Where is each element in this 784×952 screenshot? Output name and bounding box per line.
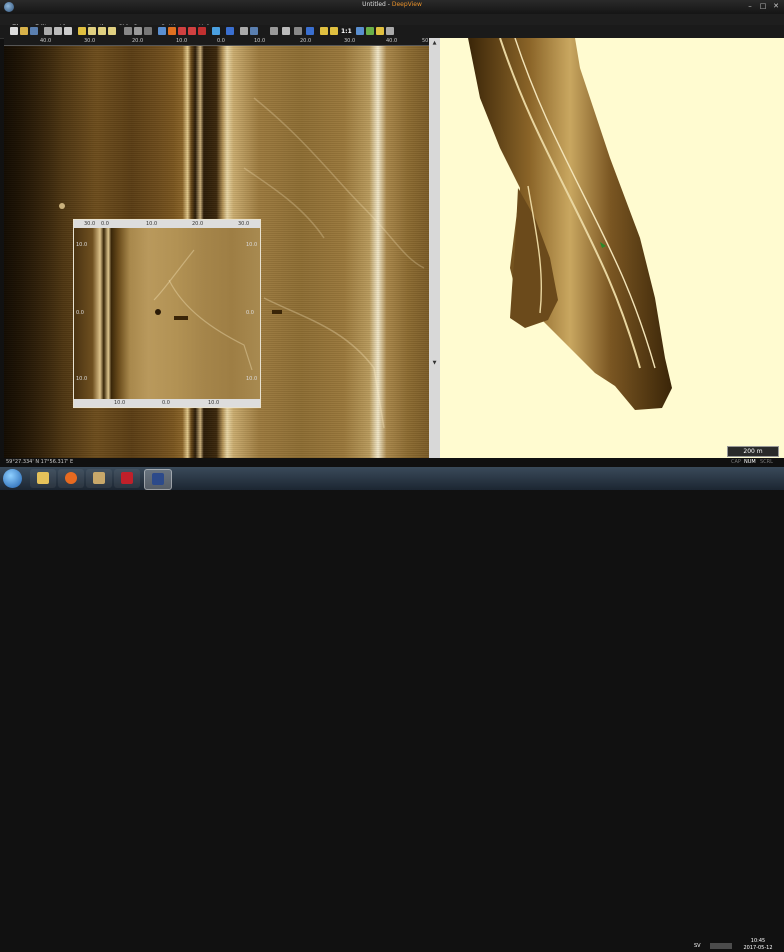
grid-tool-icon[interactable] <box>108 27 116 35</box>
scale-bar-label: 200 m <box>743 448 763 455</box>
folder-icon <box>37 472 49 484</box>
scroll-up-icon[interactable]: ▲ <box>431 40 438 46</box>
ruler-label: 10.0 <box>176 38 188 44</box>
marker-icon[interactable] <box>168 27 176 35</box>
ruler-label: 50 <box>422 38 429 44</box>
clock[interactable]: 10:45 2017-05-12 <box>738 938 778 952</box>
menu-bar: File Edit View Depth Side Scan Settings … <box>0 14 784 31</box>
palette-icon[interactable] <box>320 27 328 35</box>
ruler-label: 10.0 <box>254 38 266 44</box>
app-name: DeepView <box>391 1 422 8</box>
taskbar-deepview[interactable] <box>144 469 172 490</box>
open-folder-icon[interactable] <box>20 27 28 35</box>
camera-icon[interactable] <box>282 27 290 35</box>
cut-icon[interactable] <box>44 27 52 35</box>
sonar-range-ruler: 40.0 30.0 20.0 10.0 0.0 10.0 20.0 30.0 4… <box>4 38 429 46</box>
track-icon[interactable] <box>212 27 220 35</box>
filter-icon[interactable] <box>294 27 302 35</box>
scrl-indicator: SCRL <box>760 459 773 465</box>
magnifier-features <box>153 249 253 371</box>
media-player-icon <box>65 472 77 484</box>
status-bar: 59°27.334' N 17°56.317' E CAP NUM SCRL <box>0 458 784 467</box>
bathymetry-map <box>468 38 672 410</box>
funnel-icon[interactable] <box>306 27 314 35</box>
taskbar-explorer[interactable] <box>30 469 56 488</box>
scroll-down-icon[interactable]: ▼ <box>431 360 438 366</box>
copy-icon[interactable] <box>54 27 62 35</box>
ruler-label: 20.0 <box>300 38 312 44</box>
ruler-label: 0.0 <box>217 38 225 44</box>
language-indicator[interactable]: SV <box>694 943 701 949</box>
magnifier-window[interactable]: 30.0 0.0 10.0 20.0 30.0 10.0 0.0 10.0 10… <box>73 219 261 408</box>
contrast-icon[interactable] <box>330 27 338 35</box>
antivirus-icon <box>121 472 133 484</box>
waypoint-icon[interactable] <box>226 27 234 35</box>
pen-icon[interactable] <box>356 27 364 35</box>
ruler-label: 40.0 <box>40 38 52 44</box>
settings-icon[interactable] <box>386 27 394 35</box>
ruler-label: 20.0 <box>132 38 144 44</box>
ruler-label: 30.0 <box>84 38 96 44</box>
document-name: Untitled <box>362 1 386 8</box>
ruler-label: 40.0 <box>386 38 398 44</box>
boat-icon[interactable] <box>240 27 248 35</box>
zoom-icon[interactable] <box>376 27 384 35</box>
clock-date: 2017-05-12 <box>743 945 773 951</box>
map-view[interactable] <box>440 38 784 458</box>
ruler-label: 30.0 <box>344 38 356 44</box>
undo-icon[interactable] <box>188 27 196 35</box>
new-file-icon[interactable] <box>10 27 18 35</box>
caps-indicator: CAP <box>731 459 741 465</box>
close-icon[interactable]: ✕ <box>770 2 782 11</box>
window-title: Untitled - DeepView <box>0 1 784 8</box>
pointer-icon[interactable] <box>124 27 132 35</box>
paste-icon[interactable] <box>64 27 72 35</box>
scale-bar: 200 m <box>727 446 779 457</box>
title-bar: Untitled - DeepView – □ ✕ <box>0 0 784 14</box>
taskbar-media-player[interactable] <box>58 469 84 488</box>
maximize-icon[interactable]: □ <box>757 2 769 11</box>
start-orb-icon[interactable] <box>3 469 22 488</box>
clock-time: 10:45 <box>750 938 766 944</box>
paint-icon <box>93 472 105 484</box>
layer-tool-icon[interactable] <box>98 27 106 35</box>
shape-icon[interactable] <box>178 27 186 35</box>
toolbar: 1:1 <box>0 25 784 39</box>
image-tool-icon[interactable] <box>88 27 96 35</box>
pane-splitter[interactable]: ▲ ▼ <box>429 38 440 458</box>
minimize-icon[interactable]: – <box>744 2 756 11</box>
measure-icon[interactable] <box>144 27 152 35</box>
tray-icons[interactable] <box>710 943 732 949</box>
chart-icon[interactable] <box>366 27 374 35</box>
draw-line-icon[interactable] <box>158 27 166 35</box>
delete-icon[interactable] <box>198 27 206 35</box>
zoom-1to1-button[interactable]: 1:1 <box>341 26 352 37</box>
deepview-icon <box>152 473 164 485</box>
taskbar: SV 10:45 2017-05-12 <box>0 467 784 951</box>
cursor-coordinates: 59°27.334' N 17°56.317' E <box>6 459 74 465</box>
select-icon[interactable] <box>134 27 142 35</box>
save-icon[interactable] <box>30 27 38 35</box>
taskbar-paint[interactable] <box>86 469 112 488</box>
record-icon[interactable] <box>270 27 278 35</box>
text-tool-icon[interactable] <box>78 27 86 35</box>
taskbar-antivirus[interactable] <box>114 469 140 488</box>
num-indicator: NUM <box>744 459 756 465</box>
sonar-icon[interactable] <box>250 27 258 35</box>
